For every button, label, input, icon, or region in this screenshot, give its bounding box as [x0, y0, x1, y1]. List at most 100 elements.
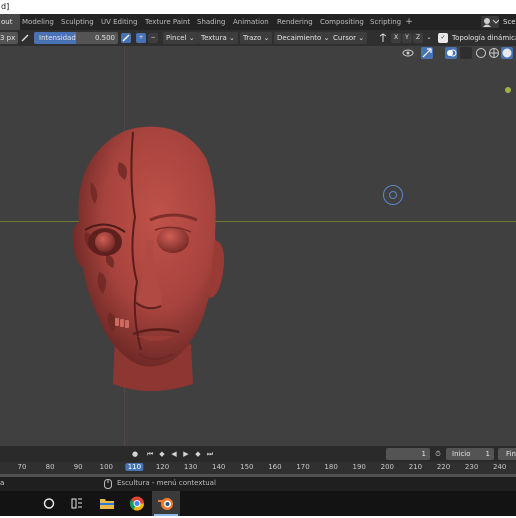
chevron-down-icon: ⌄ — [323, 34, 330, 42]
ruler-tick: 110 — [125, 463, 144, 471]
chevron-down-icon: ⌄ — [229, 34, 235, 42]
tab-sculpting[interactable]: Sculpting — [61, 14, 94, 30]
tab-uv-editing[interactable]: UV Editing — [101, 14, 138, 30]
gizmo-toggle-icon[interactable] — [421, 47, 433, 59]
current-frame-field[interactable]: 1 — [386, 448, 430, 460]
record-icon[interactable]: ● — [130, 449, 140, 459]
ruler-tick: 80 — [45, 463, 55, 471]
tab-animation[interactable]: Animation — [233, 14, 269, 30]
dyntopo-checkbox[interactable]: ✓ — [438, 33, 448, 43]
symmetry-x-button[interactable]: X — [391, 33, 401, 43]
scene-name[interactable]: Scen — [503, 14, 516, 30]
ruler-tick: 70 — [17, 463, 27, 471]
strength-pressure-icon[interactable] — [121, 33, 131, 43]
workspace-tabs: out Modeling Sculpting UV Editing Textur… — [0, 14, 516, 30]
window-title-bar: d] — [0, 0, 516, 14]
ruler-tick: 240 — [493, 463, 507, 471]
start-frame-label: Inicio — [452, 450, 471, 458]
symmetry-icon[interactable] — [378, 33, 388, 43]
brush-menu-label: Pincel — [166, 34, 187, 42]
play-reverse-icon[interactable]: ◀ — [169, 449, 179, 459]
view-object-types-icon[interactable] — [402, 47, 414, 59]
timeline-header: ● ⏮ ◆ ◀ ▶ ◆ ⏭ 1 ⏱ Inicio 1 Fin — [0, 446, 516, 462]
tool-settings-header: 3 px Intensidad 0.500 + − Pincel ⌄ Textu… — [0, 30, 516, 46]
start-frame-value: 1 — [485, 450, 490, 458]
ruler-tick: 120 — [155, 463, 170, 471]
viewport-header-controls — [396, 46, 516, 60]
chevron-down-icon: ⌄ — [358, 34, 365, 42]
ruler-tick: 160 — [268, 463, 282, 471]
light-indicator-icon — [505, 87, 511, 93]
sculpted-head-model[interactable] — [55, 122, 235, 402]
ruler-tick: 130 — [183, 463, 198, 471]
stroke-menu[interactable]: Trazo ⌄ — [240, 32, 273, 44]
ruler-tick: 180 — [324, 463, 338, 471]
chevron-down-icon: ⌄ — [263, 34, 270, 42]
scene-selector-icon[interactable] — [481, 16, 500, 28]
ruler-tick: 230 — [464, 463, 479, 471]
falloff-menu[interactable]: Decaimiento ⌄ — [274, 32, 333, 44]
os-taskbar — [0, 491, 516, 516]
strength-label: Intensidad — [39, 34, 76, 42]
chrome-icon[interactable] — [123, 491, 151, 516]
ruler-tick: 90 — [73, 463, 83, 471]
jump-end-icon[interactable]: ⏭ — [205, 449, 215, 459]
ruler-tick: 150 — [240, 463, 254, 471]
cursor-menu[interactable]: Cursor ⌄ — [330, 32, 368, 44]
window-title: d] — [1, 2, 10, 11]
ruler-tick: 140 — [212, 463, 226, 471]
radius-pressure-icon[interactable] — [20, 33, 30, 43]
strength-value: 0.500 — [94, 34, 115, 42]
prev-keyframe-icon[interactable]: ◆ — [157, 449, 167, 459]
tab-shading[interactable]: Shading — [197, 14, 225, 30]
direction-add-button[interactable]: + — [136, 33, 146, 43]
clock-icon[interactable]: ⏱ — [433, 449, 443, 459]
radius-field[interactable]: 3 px — [0, 32, 18, 44]
ring-icon[interactable] — [35, 491, 63, 516]
solid-shading-icon[interactable] — [488, 47, 500, 59]
tab-texture-paint[interactable]: Texture Paint — [145, 14, 190, 30]
folder-icon[interactable] — [93, 491, 121, 516]
tab-layout[interactable]: out — [0, 14, 20, 30]
texture-menu-label: Textura — [201, 34, 227, 42]
tab-modeling[interactable]: Modeling — [22, 14, 54, 30]
scene-icon — [483, 18, 500, 27]
direction-subtract-button[interactable]: − — [148, 33, 158, 43]
material-shading-icon[interactable] — [501, 47, 513, 59]
falloff-menu-label: Decaimiento — [277, 34, 322, 42]
chevron-down-icon[interactable]: ⌄ — [424, 33, 434, 43]
next-keyframe-icon[interactable]: ◆ — [193, 449, 203, 459]
start-frame-field[interactable]: Inicio 1 — [446, 448, 494, 460]
timeline-ruler[interactable]: 70 80 90 100 110 120 130 140 150 160 170 180 190 200 2… — [0, 462, 516, 474]
dyntopo-label: Topología dinámica — [452, 34, 516, 42]
wireframe-shading-icon[interactable] — [475, 47, 487, 59]
ruler-tick: 190 — [352, 463, 366, 471]
cursor-menu-label: Cursor — [333, 34, 357, 42]
texture-menu[interactable]: Textura ⌄ — [198, 32, 238, 44]
ruler-tick: 100 — [99, 463, 113, 471]
status-left-text: a — [0, 479, 5, 487]
stroke-menu-label: Trazo — [243, 34, 262, 42]
ruler-tick: 220 — [436, 463, 451, 471]
status-bar: a Escultura - menú contextual — [0, 477, 516, 491]
3d-viewport[interactable] — [0, 46, 516, 446]
tab-rendering[interactable]: Rendering — [277, 14, 313, 30]
strength-slider[interactable]: Intensidad 0.500 — [34, 32, 118, 44]
symmetry-y-button[interactable]: Y — [402, 33, 412, 43]
jump-start-icon[interactable]: ⏮ — [145, 449, 155, 459]
mouse-icon — [104, 479, 112, 491]
overlays-icon[interactable] — [445, 47, 457, 59]
chevron-down-icon: ⌄ — [188, 34, 195, 42]
add-workspace-button[interactable]: + — [404, 14, 414, 30]
tab-scripting[interactable]: Scripting — [370, 14, 401, 30]
play-icon[interactable]: ▶ — [181, 449, 191, 459]
ruler-tick: 200 — [380, 463, 394, 471]
brush-menu[interactable]: Pincel ⌄ — [163, 32, 198, 44]
symmetry-z-button[interactable]: Z — [413, 33, 423, 43]
blender-icon[interactable] — [152, 491, 180, 516]
end-frame-field[interactable]: Fin — [498, 448, 516, 460]
xray-icon[interactable] — [460, 47, 472, 59]
status-message: Escultura - menú contextual — [117, 479, 216, 487]
task-view-icon[interactable] — [63, 491, 91, 516]
tab-compositing[interactable]: Compositing — [320, 14, 364, 30]
